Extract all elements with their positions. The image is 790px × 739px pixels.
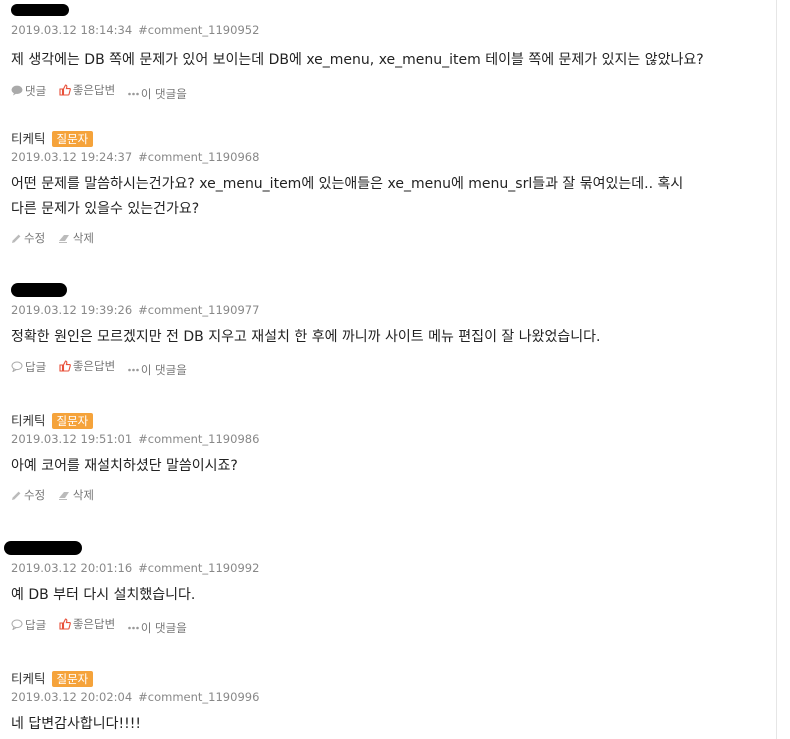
comment-item: 티케틱 질문자 2019.03.12 19:24:37 #comment_11909… [11,128,761,248]
comment-permalink[interactable]: #comment_1190977 [138,303,259,317]
comment-item: 2019.03.12 20:01:16 #comment_1190992 예 DB… [4,541,761,636]
comment-line: 제 생각에는 DB 쪽에 문제가 있어 보이는데 DB에 xe_menu, xe… [11,52,704,68]
reply-label: 답글 [25,617,47,632]
more-options-button[interactable]: 이 댓글을 [128,86,187,102]
comment-permalink[interactable]: #comment_1190968 [138,150,259,164]
delete-button[interactable]: 삭제 [58,230,94,246]
comment-actions: 답글 좋은답변 이 댓글을 [11,616,761,636]
comment-meta: 2019.03.12 19:24:37 #comment_1190968 [11,149,761,165]
redacted-author [11,283,67,297]
good-answer-button[interactable]: 좋은답변 [59,616,115,632]
edit-label: 수정 [24,488,46,502]
comment-date: 2019.03.12 19:39:26 [11,303,133,317]
comment-meta: 2019.03.12 19:39:26 #comment_1190977 [11,302,761,318]
reply-button[interactable]: 답글 [11,359,46,375]
good-answer-label: 좋은답변 [72,83,116,97]
good-answer-label: 좋은답변 [72,359,116,373]
good-answer-button[interactable]: 좋은답변 [59,82,115,98]
speech-bubble-icon [11,361,23,372]
comment-line: 예 DB 부터 다시 설치했습니다. [11,587,196,603]
comment-author[interactable]: 티케틱 [11,670,46,688]
comment-date: 2019.03.12 20:01:16 [11,561,133,575]
questioner-badge: 질문자 [51,412,94,429]
more-options-button[interactable]: 이 댓글을 [128,362,187,378]
more-options-label: 이 댓글을 [140,621,187,635]
comment-body: 아예 코어를 재설치하셨단 말씀이시죠? [11,454,761,479]
questioner-badge: 질문자 [51,130,94,147]
comment-header: 티케틱 질문자 [11,410,761,430]
more-options-label: 이 댓글을 [140,87,187,101]
pencil-icon [12,491,21,500]
comment-header: 티케틱 질문자 [11,668,761,688]
comment-meta: 2019.03.12 20:01:16 #comment_1190992 [11,560,761,576]
comment-body: 예 DB 부터 다시 설치했습니다. [11,583,761,608]
comment-line: 네 답변감사합니다!!!! [11,716,141,732]
right-border [776,0,777,739]
comment-actions: 수정 삭제 [11,487,761,505]
comment-actions: 답글 좋은답변 이 댓글을 [11,358,761,378]
delete-label: 삭제 [72,488,94,502]
comment-meta: 2019.03.12 20:02:04 #comment_1190996 [11,689,761,705]
comment-actions: 댓글 좋은답변 이 댓글을 [11,82,761,102]
comment-date: 2019.03.12 18:14:34 [11,23,133,37]
speech-bubble-icon [11,85,23,96]
comment-body: 어떤 문제를 말씀하시는건가요? xe_menu_item에 있는애들은 xe_… [11,172,761,222]
redacted-author [4,541,82,555]
reply-button[interactable]: 답글 [11,617,46,633]
comment-body: 제 생각에는 DB 쪽에 문제가 있어 보이는데 DB에 xe_menu, xe… [11,48,761,73]
good-answer-label: 좋은답변 [72,617,116,631]
delete-label: 삭제 [72,231,94,245]
comment-permalink[interactable]: #comment_1190996 [138,690,259,704]
comment-item: 티케틱 질문자 2019.03.12 19:51:01 #comment_11909… [11,410,761,505]
questioner-badge: 질문자 [51,670,94,687]
comment-meta: 2019.03.12 19:51:01 #comment_1190986 [11,431,761,447]
comment-line: 다른 문제가 있을수 있는건가요? [11,201,200,217]
comment-header [4,541,761,555]
comment-permalink[interactable]: #comment_1190986 [138,432,259,446]
edit-label: 수정 [24,231,46,245]
comment-date: 2019.03.12 19:51:01 [11,432,133,446]
edit-button[interactable]: 수정 [11,487,45,503]
comment-header [11,4,761,16]
eraser-icon [58,234,69,243]
comment-header: 티케틱 질문자 [11,128,761,148]
comment-author[interactable]: 티케틱 [11,130,46,148]
good-answer-button[interactable]: 좋은답변 [59,358,115,374]
comment-item: 2019.03.12 19:39:26 #comment_1190977 정확한 … [11,283,761,378]
comment-date: 2019.03.12 19:24:37 [11,150,133,164]
comment-body: 네 답변감사합니다!!!! [11,712,761,737]
comment-line: 정확한 원인은 모르겠지만 전 DB 지우고 재설치 한 후에 까니까 사이트 … [11,329,601,345]
reply-button[interactable]: 댓글 [11,83,46,99]
comment-date: 2019.03.12 20:02:04 [11,690,133,704]
comment-meta: 2019.03.12 18:14:34 #comment_1190952 [11,22,761,38]
thumbs-up-icon [59,618,71,630]
speech-bubble-icon [11,619,23,630]
comment-permalink[interactable]: #comment_1190992 [138,561,259,575]
comment-line: 어떤 문제를 말씀하시는건가요? xe_menu_item에 있는애들은 xe_… [11,176,684,192]
comment-item: 티케틱 질문자 2019.03.12 20:02:04 #comment_11909… [11,668,761,737]
comment-header [11,283,761,297]
eraser-icon [58,491,69,500]
more-dots-icon [128,626,139,630]
comment-body: 정확한 원인은 모르겠지만 전 DB 지우고 재설치 한 후에 까니까 사이트 … [11,325,761,350]
reply-label: 댓글 [25,83,47,98]
thumbs-up-icon [59,84,71,96]
comment-actions: 수정 삭제 [11,230,761,248]
edit-button[interactable]: 수정 [11,230,45,246]
redacted-author [11,4,69,16]
more-options-label: 이 댓글을 [140,363,187,377]
reply-label: 답글 [25,359,47,374]
pencil-icon [12,234,21,243]
comment-author[interactable]: 티케틱 [11,412,46,430]
comment-line: 아예 코어를 재설치하셨단 말씀이시죠? [11,458,238,474]
thumbs-up-icon [59,360,71,372]
more-dots-icon [128,92,139,96]
more-dots-icon [128,368,139,372]
comment-permalink[interactable]: #comment_1190952 [138,23,259,37]
delete-button[interactable]: 삭제 [58,487,94,503]
comment-item: 2019.03.12 18:14:34 #comment_1190952 제 생각… [11,4,761,102]
more-options-button[interactable]: 이 댓글을 [128,620,187,636]
